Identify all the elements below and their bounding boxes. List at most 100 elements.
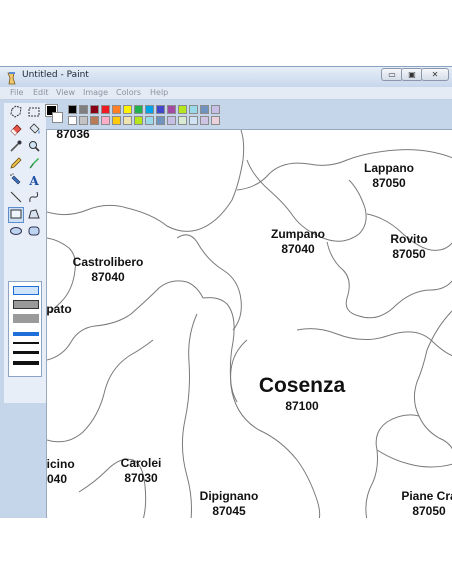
postal-code: 87040 (281, 242, 315, 256)
line-width-3[interactable] (13, 351, 39, 354)
postal-code: 040 (47, 472, 67, 486)
place-name: 87036 (56, 130, 90, 141)
tool-free-form-select[interactable] (8, 104, 24, 121)
map-label-carolei: Carolei87030 (121, 456, 162, 485)
palette-swatch[interactable] (211, 105, 220, 114)
palette-swatch[interactable] (101, 116, 110, 125)
map-boundary (326, 241, 452, 319)
title-bar[interactable]: Untitled - Paint ▭ ▣ ✕ (0, 67, 452, 87)
maximize-button[interactable]: ▣ (401, 68, 423, 81)
place-name: dicino (47, 457, 75, 471)
line-width-1[interactable] (13, 332, 39, 336)
map-boundary (230, 339, 248, 403)
ellipse-icon (9, 223, 23, 242)
palette-swatch[interactable] (79, 116, 88, 125)
menu-image[interactable]: Image (83, 88, 108, 97)
menu-help[interactable]: Help (150, 88, 168, 97)
menu-colors[interactable]: Colors (116, 88, 141, 97)
palette-swatch[interactable] (189, 116, 198, 125)
palette-swatch[interactable] (90, 116, 99, 125)
map-label-dicino: dicino040 (47, 457, 75, 486)
postal-code: 87050 (412, 504, 446, 518)
palette-swatch[interactable] (68, 116, 77, 125)
fill-option-outline[interactable] (13, 286, 39, 295)
palette-swatch[interactable] (134, 116, 143, 125)
menu-edit[interactable]: Edit (33, 88, 49, 97)
drawing-canvas[interactable]: 87036 Lappano 87050 Zumpano 87040 Rovito 87050… (46, 129, 452, 518)
palette-swatch[interactable] (112, 116, 121, 125)
palette-swatch[interactable] (123, 116, 132, 125)
tool-line[interactable] (8, 190, 24, 206)
palette-swatch[interactable] (123, 105, 132, 114)
palette-swatch[interactable] (134, 105, 143, 114)
postal-code: 87100 (285, 399, 319, 413)
tool-fill[interactable] (26, 122, 42, 138)
current-colors[interactable] (45, 104, 64, 125)
fill-option-fill[interactable] (13, 314, 39, 323)
tool-color-picker[interactable] (8, 139, 24, 155)
map-boundary (236, 149, 452, 191)
map-label-piane-crati: Piane Cra87050 (401, 489, 452, 518)
tool-text[interactable]: A (26, 173, 42, 189)
place-name: Piane Cra (401, 489, 452, 503)
palette-swatch[interactable] (211, 116, 220, 125)
minimize-button[interactable]: ▭ (381, 68, 403, 81)
palette-swatch[interactable] (101, 105, 110, 114)
palette-swatch[interactable] (112, 105, 121, 114)
line-width-2[interactable] (13, 342, 39, 344)
place-name: pato (47, 302, 72, 316)
map-label-cap-top: 87036 (56, 130, 90, 141)
postal-code: 87040 (91, 270, 125, 284)
palette-swatch[interactable] (145, 116, 154, 125)
tool-pencil[interactable] (8, 156, 24, 172)
tool-options-box (8, 281, 42, 377)
postal-code: 87050 (392, 247, 426, 261)
tool-polygon[interactable] (26, 207, 42, 223)
map-label-pato: pato (47, 302, 72, 316)
palette-swatch[interactable] (200, 105, 209, 114)
tool-magnifier[interactable] (26, 139, 42, 155)
place-name: Carolei (121, 456, 162, 470)
place-name: Lappano (364, 161, 414, 175)
palette-swatch[interactable] (178, 105, 187, 114)
palette-swatch[interactable] (167, 116, 176, 125)
tool-eraser[interactable] (8, 122, 24, 138)
map-label-rovito: Rovito87050 (390, 232, 427, 261)
palette-swatch[interactable] (68, 105, 77, 114)
map-boundary (47, 280, 204, 361)
tool-rectangle[interactable] (8, 207, 24, 223)
map-boundary (47, 130, 245, 232)
background-color[interactable] (52, 112, 63, 123)
menu-file[interactable]: File (10, 88, 23, 97)
postal-code: 87045 (212, 504, 246, 518)
tool-brush[interactable] (26, 156, 42, 172)
menu-view[interactable]: View (56, 88, 75, 97)
paint-window: Untitled - Paint ▭ ▣ ✕ File Edit View Im… (0, 66, 452, 518)
map-label-dipignano: Dipignano87045 (200, 489, 259, 518)
palette-swatch[interactable] (156, 116, 165, 125)
tool-airbrush[interactable] (8, 172, 24, 189)
palette-swatch[interactable] (167, 105, 176, 114)
palette-swatch[interactable] (178, 116, 187, 125)
palette-swatch[interactable] (156, 105, 165, 114)
tool-ellipse[interactable] (8, 224, 24, 240)
palette-swatch[interactable] (79, 105, 88, 114)
paint-app-icon (6, 70, 18, 85)
fill-option-outline-fill[interactable] (13, 300, 39, 309)
tool-rounded-rect[interactable] (26, 224, 42, 240)
palette-swatch[interactable] (200, 116, 209, 125)
line-width-4[interactable] (13, 361, 39, 365)
map-boundary (376, 449, 452, 468)
close-button[interactable]: ✕ (421, 68, 449, 81)
map-boundary (47, 339, 154, 443)
palette-swatch[interactable] (90, 105, 99, 114)
map-boundary (296, 328, 452, 357)
palette-swatch[interactable] (145, 105, 154, 114)
palette-swatch[interactable] (189, 105, 198, 114)
map-label-castrolibero: Castrolibero87040 (73, 255, 144, 284)
tool-rect-select[interactable] (26, 105, 42, 121)
place-name: Rovito (390, 232, 427, 246)
tool-curve[interactable] (26, 190, 42, 206)
place-name: Cosenza (259, 374, 346, 397)
color-palette (45, 103, 226, 127)
